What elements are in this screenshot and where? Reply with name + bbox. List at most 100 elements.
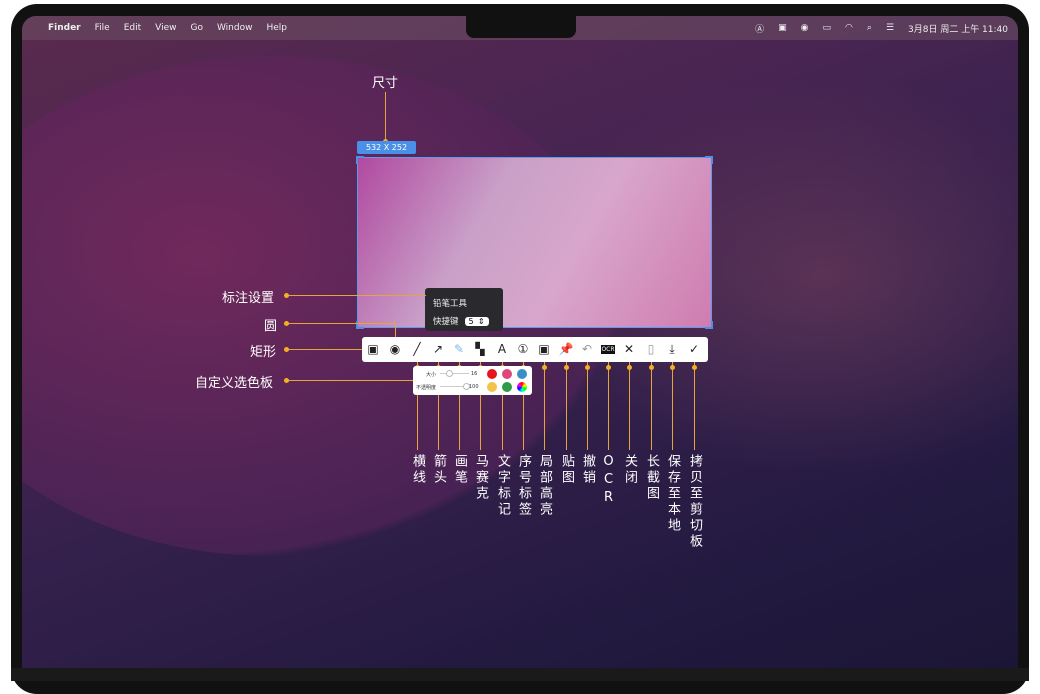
laptop-bottom — [11, 668, 1029, 681]
menu-edit[interactable]: Edit — [124, 23, 141, 33]
check-icon[interactable]: ✓ — [686, 341, 702, 357]
tool-label-highlight: 局部高亮 — [537, 454, 552, 518]
callout-dot — [670, 365, 675, 370]
resize-handle[interactable] — [705, 156, 713, 164]
callout-dot — [649, 365, 654, 370]
status-area: Ⓐ ▣ ◉ ▭ ◠ ⌕ ☰ 3月8日 周二 上午 11:40 — [755, 16, 1008, 40]
color-swatch[interactable] — [517, 382, 527, 392]
line-icon[interactable]: ╱ — [409, 341, 425, 357]
highlight-icon[interactable]: ▣ — [536, 341, 552, 357]
rectangle-icon[interactable]: ▣ — [365, 341, 381, 357]
opacity-value: 100 — [469, 384, 479, 390]
size-slider-thumb[interactable] — [446, 370, 453, 377]
size-callout-label: 尺寸 — [372, 76, 399, 91]
color-swatch[interactable] — [502, 382, 512, 392]
callout-line — [672, 362, 673, 450]
circle-icon[interactable]: ◉ — [387, 341, 403, 357]
callout-line — [651, 362, 652, 450]
tool-label-undo: 撤销 — [580, 454, 595, 486]
callout-line — [566, 362, 567, 450]
selection-area[interactable] — [357, 157, 712, 328]
tool-label-arrow: 箭头 — [431, 454, 446, 486]
label-rectangle: 矩形 — [250, 345, 277, 360]
callout-line — [286, 380, 414, 381]
mosaic-icon[interactable]: ▚ — [472, 341, 488, 357]
menu-window[interactable]: Window — [217, 23, 253, 33]
battery-icon[interactable]: ▭ — [823, 23, 832, 33]
callout-dot — [564, 365, 569, 370]
size-value: 16 — [471, 371, 478, 377]
tool-label-pencil: 画笔 — [452, 454, 467, 486]
control-center-icon[interactable]: ☰ — [886, 23, 894, 33]
callout-dot — [542, 365, 547, 370]
download-icon[interactable]: ⤓ — [664, 341, 680, 357]
callout-dot — [692, 365, 697, 370]
pin-icon[interactable]: 📌 — [558, 341, 574, 357]
tool-label-check: 拷贝至剪切板 — [687, 454, 702, 550]
callout-line — [694, 362, 695, 450]
menu-file[interactable]: File — [95, 23, 110, 33]
menu-help[interactable]: Help — [266, 23, 287, 33]
callout-dot — [627, 365, 632, 370]
search-icon[interactable]: ⌕ — [867, 23, 872, 33]
pencil-icon[interactable]: ✎ — [451, 341, 467, 357]
callout-dot — [284, 321, 289, 326]
shortcut-value: 5 — [468, 316, 474, 326]
shortcut-select[interactable]: 5 ⇕ — [464, 316, 489, 326]
callout-line — [286, 323, 396, 324]
long-screenshot-icon[interactable]: ▯ — [643, 341, 659, 357]
tool-label-number: 序号标签 — [516, 454, 531, 518]
tool-label-text: 文字标记 — [495, 454, 510, 518]
callout-dot — [284, 293, 289, 298]
stepper-icon: ⇕ — [477, 316, 485, 326]
tool-label-download: 保存至本地 — [665, 454, 680, 534]
callout-line — [286, 295, 426, 296]
callout-line — [587, 362, 588, 450]
callout-dot — [585, 365, 590, 370]
size-slider[interactable] — [440, 373, 469, 374]
callout-line — [544, 362, 545, 450]
size-label: 大小 — [426, 372, 437, 378]
callout-line — [629, 362, 630, 450]
tool-label-mosaic: 马赛克 — [473, 454, 488, 502]
callout-dot — [284, 347, 289, 352]
resize-handle[interactable] — [705, 321, 713, 329]
image-icon[interactable]: ▣ — [778, 23, 787, 33]
callout-dot — [606, 365, 611, 370]
arrow-icon[interactable]: ↗ — [430, 341, 446, 357]
play-icon[interactable]: ◉ — [801, 23, 809, 33]
label-annotation-settings: 标注设置 — [222, 291, 275, 306]
clock[interactable]: 3月8日 周二 上午 11:40 — [908, 22, 1008, 35]
tool-label-ocr: OCR — [601, 454, 616, 508]
close-icon[interactable]: ✕ — [621, 341, 637, 357]
menu-go[interactable]: Go — [190, 23, 202, 33]
size-badge: 532 X 252 — [357, 141, 416, 154]
menu-view[interactable]: View — [155, 23, 176, 33]
tool-settings-popup: 铅笔工具 快捷键 5 ⇕ — [425, 288, 503, 331]
color-swatch[interactable] — [517, 369, 527, 379]
menu-finder[interactable]: Finder — [48, 23, 81, 33]
wifi-icon[interactable]: ◠ — [845, 23, 853, 33]
tool-label-long-screenshot: 长截图 — [644, 454, 659, 502]
callout-line — [385, 92, 386, 142]
callout-dot — [284, 378, 289, 383]
tool-label-pin: 贴图 — [559, 454, 574, 486]
label-circle: 圆 — [264, 319, 278, 334]
shortcut-label: 快捷键 — [433, 317, 459, 327]
color-swatch[interactable] — [487, 369, 497, 379]
tool-title: 铅笔工具 — [433, 299, 468, 309]
undo-icon[interactable]: ↶ — [579, 341, 595, 357]
camera-notch — [466, 16, 576, 38]
number-icon[interactable]: ① — [515, 341, 531, 357]
ocr-icon[interactable]: OCR — [601, 345, 615, 354]
input-source-icon[interactable]: Ⓐ — [755, 22, 764, 35]
color-swatch[interactable] — [502, 369, 512, 379]
color-swatch[interactable] — [487, 382, 497, 392]
color-palette: 大小 16 不透明度 100 — [413, 366, 532, 395]
label-custom-palette: 自定义选色板 — [195, 376, 274, 391]
callout-line — [286, 349, 373, 350]
text-icon[interactable]: A — [494, 341, 510, 357]
tool-label-line: 横线 — [410, 454, 425, 486]
annotation-toolbar: ▣ ◉ ╱ ↗ ✎ ▚ A ① ▣ 📌 ↶ OCR ✕ ▯ ⤓ ✓ — [362, 337, 708, 362]
resize-handle[interactable] — [356, 156, 364, 164]
